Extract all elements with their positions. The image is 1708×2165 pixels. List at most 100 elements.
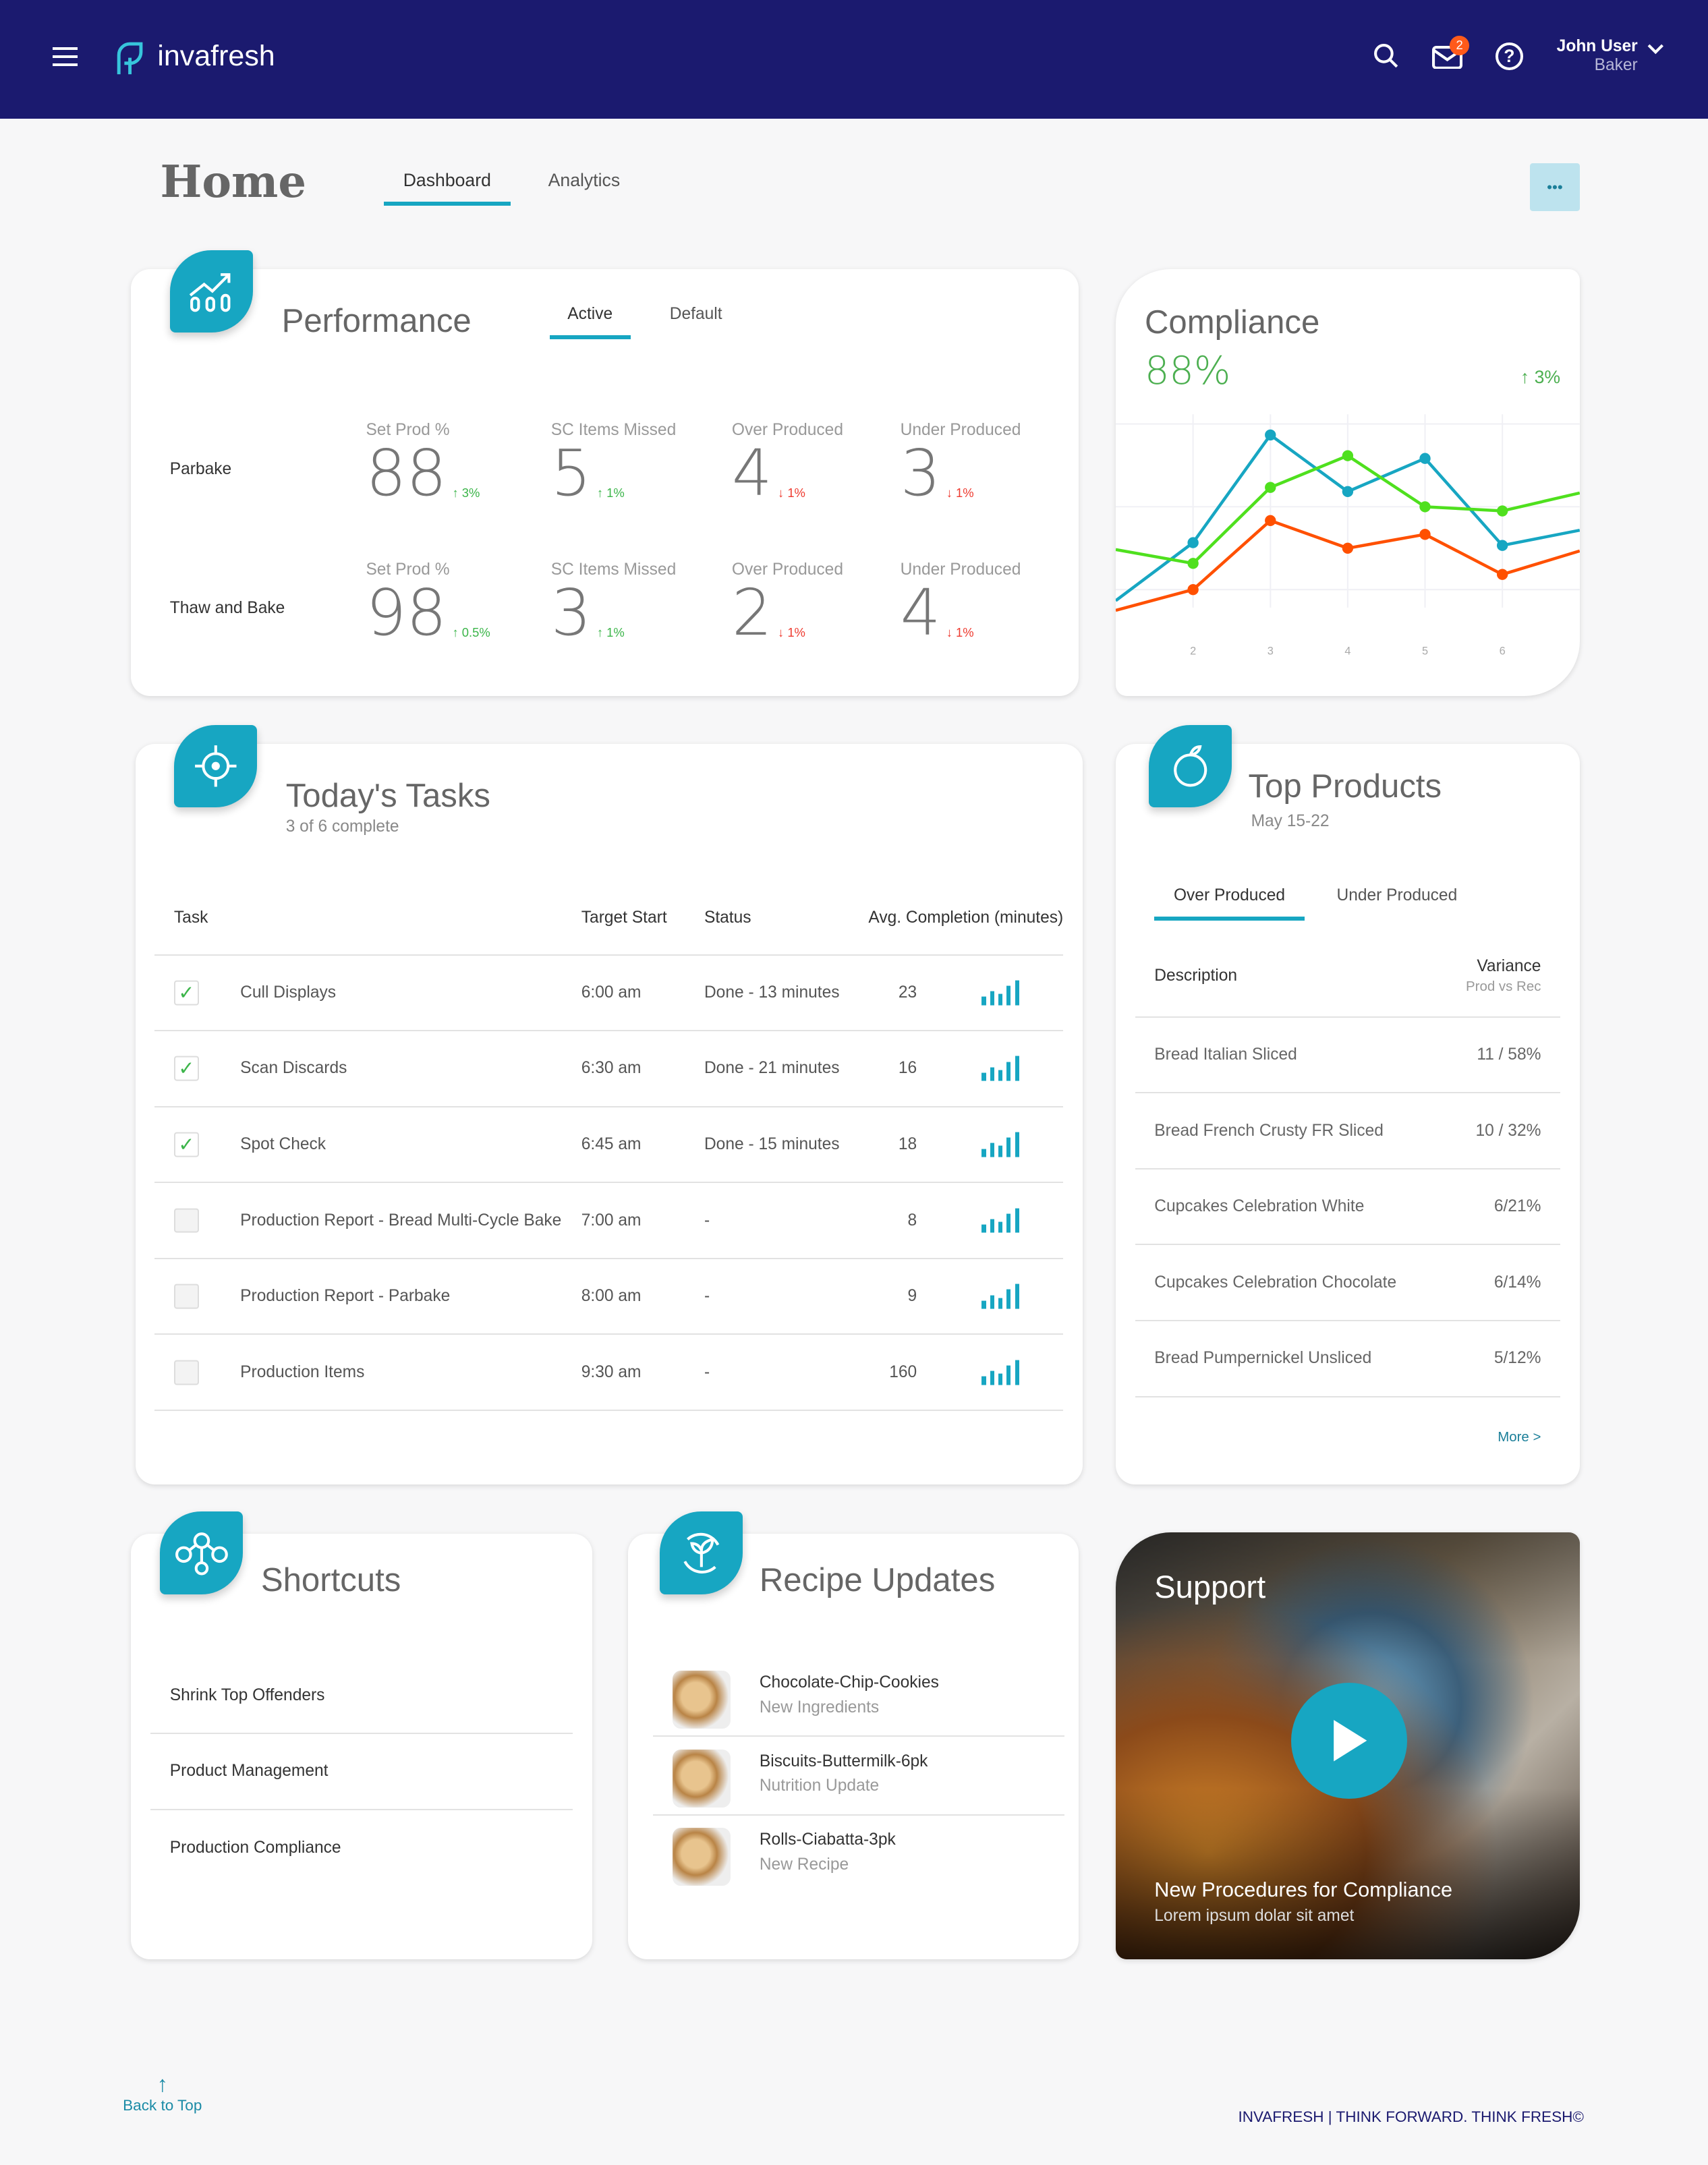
- x-tick-label: 4: [1344, 645, 1350, 657]
- metric: Under Produced 3 ↓ 1%: [901, 421, 1021, 506]
- metric-value: 4: [731, 437, 772, 511]
- top-products-card: Top Products May 15-22 Over Produced Und…: [1115, 724, 1580, 1484]
- recipe-note: New Recipe: [759, 1855, 849, 1874]
- chevron-down-icon[interactable]: [1647, 42, 1664, 56]
- product-row[interactable]: Cupcakes Celebration White 6/21%: [1135, 1170, 1561, 1246]
- recipe-thumbnail: [672, 1670, 731, 1729]
- metric-value: 3: [900, 437, 941, 511]
- product-row[interactable]: Bread Pumpernickel Unsliced 5/12%: [1135, 1321, 1561, 1397]
- tab-under-produced[interactable]: Under Produced: [1336, 886, 1457, 916]
- metric: Set Prod % 88 ↑ 3%: [366, 421, 480, 506]
- task-name[interactable]: Scan Discards: [240, 1059, 347, 1078]
- user-menu[interactable]: John User Baker: [1552, 37, 1638, 75]
- user-role: Baker: [1594, 56, 1638, 75]
- change-value: 1%: [787, 625, 805, 640]
- task-name[interactable]: Cull Displays: [240, 983, 336, 1002]
- recipe-item[interactable]: Chocolate-Chip-Cookies New Ingredients: [653, 1659, 1065, 1737]
- change-value: 1%: [606, 625, 625, 640]
- target-icon: [173, 724, 257, 808]
- metric-value-wrap: 88 ↑ 3%: [366, 442, 480, 506]
- shortcut-item[interactable]: Production Compliance: [150, 1810, 573, 1886]
- row-label: Thaw and Bake: [169, 599, 285, 618]
- metric-value: 88: [366, 437, 447, 511]
- product-name: Cupcakes Celebration White: [1154, 1197, 1365, 1216]
- task-checkbox[interactable]: [173, 1360, 199, 1385]
- play-button[interactable]: [1290, 1683, 1407, 1799]
- product-row[interactable]: Bread French Crusty FR Sliced 10 / 32%: [1135, 1093, 1561, 1170]
- tab-over-produced[interactable]: Over Produced: [1154, 886, 1305, 921]
- bar-chart-icon[interactable]: [981, 1132, 1019, 1157]
- product-row[interactable]: Bread Italian Sliced 11 / 58%: [1135, 1018, 1561, 1094]
- product-row[interactable]: Cupcakes Celebration Chocolate 6/14%: [1135, 1245, 1561, 1321]
- tab-analytics[interactable]: Analytics: [548, 170, 620, 202]
- task-name[interactable]: Spot Check: [240, 1135, 326, 1154]
- recipe-item[interactable]: Biscuits-Buttermilk-6pk Nutrition Update: [653, 1738, 1065, 1816]
- task-name[interactable]: Production Report - Bread Multi-Cycle Ba…: [240, 1211, 561, 1230]
- change-value: 1%: [787, 486, 805, 500]
- mail-button[interactable]: 2: [1431, 36, 1469, 75]
- shortcut-item[interactable]: Product Management: [150, 1734, 573, 1810]
- back-to-top-link[interactable]: ↑ Back to Top: [123, 2071, 202, 2114]
- task-name[interactable]: Production Items: [240, 1363, 364, 1382]
- shortcut-item[interactable]: Shrink Top Offenders: [150, 1658, 573, 1734]
- bar-chart-icon[interactable]: [981, 1056, 1019, 1081]
- metric-value: 5: [550, 437, 592, 511]
- change-value: 1%: [956, 486, 974, 500]
- menu-icon[interactable]: [52, 47, 78, 67]
- col-variance: Variance: [1477, 956, 1541, 975]
- bar-chart-icon[interactable]: [981, 1360, 1019, 1385]
- bar-chart-icon[interactable]: [981, 1208, 1019, 1233]
- table-row: Production Report - Bread Multi-Cycle Ba…: [154, 1183, 1064, 1259]
- recipe-item[interactable]: Rolls-Ciabatta-3pk New Recipe: [653, 1817, 1064, 1895]
- task-status: Done - 21 minutes: [704, 1059, 840, 1078]
- data-point: [1187, 583, 1199, 596]
- recycle-leaf-icon: [660, 1511, 743, 1595]
- product-name: Bread Pumpernickel Unsliced: [1154, 1349, 1372, 1368]
- support-video-card[interactable]: Support New Procedures for Compliance Lo…: [1115, 1532, 1580, 1959]
- product-variance: 5/12%: [1493, 1349, 1541, 1368]
- metric: Over Produced 2 ↓ 1%: [732, 560, 843, 645]
- more-link[interactable]: More >: [1498, 1429, 1541, 1445]
- logo-icon: [117, 42, 143, 75]
- metric-value: 3: [550, 577, 592, 651]
- task-checkbox[interactable]: [173, 1208, 199, 1233]
- search-icon[interactable]: [1373, 42, 1400, 70]
- bar-chart-icon[interactable]: [981, 1283, 1019, 1309]
- tab-active[interactable]: Active: [549, 305, 631, 339]
- task-checkbox[interactable]: [173, 1283, 199, 1309]
- compliance-change: ↑ 3%: [1520, 367, 1561, 388]
- back-to-top-label: Back to Top: [123, 2096, 202, 2114]
- data-point: [1265, 429, 1276, 440]
- task-start: 6:00 am: [581, 983, 642, 1002]
- task-checkbox[interactable]: ✓: [173, 1132, 199, 1157]
- change-value: 1%: [606, 486, 625, 500]
- task-name[interactable]: Production Report - Parbake: [240, 1287, 450, 1306]
- arrow-up-icon: ↑: [156, 2071, 168, 2096]
- change-value: 3%: [1534, 367, 1561, 388]
- data-point: [1496, 569, 1508, 580]
- tab-dashboard[interactable]: Dashboard: [384, 170, 511, 206]
- col-description: Description: [1154, 966, 1238, 985]
- card-subtitle: 3 of 6 complete: [285, 817, 399, 836]
- tab-default[interactable]: Default: [670, 305, 722, 335]
- data-point: [1496, 505, 1508, 517]
- more-button[interactable]: •••: [1530, 163, 1580, 212]
- bar-chart-icon[interactable]: [981, 980, 1019, 1006]
- task-start: 8:00 am: [581, 1287, 642, 1306]
- brand-name[interactable]: invafresh: [157, 40, 275, 73]
- chart-growth-icon: [169, 250, 253, 333]
- recipe-name: Biscuits-Buttermilk-6pk: [759, 1752, 928, 1770]
- task-checkbox[interactable]: ✓: [173, 1056, 199, 1081]
- help-icon[interactable]: ?: [1495, 42, 1523, 71]
- product-variance: 6/14%: [1493, 1273, 1541, 1292]
- metric: SC Items Missed 3 ↑ 1%: [551, 560, 677, 645]
- task-start: 9:30 am: [581, 1362, 642, 1381]
- task-avg: 8: [907, 1211, 917, 1230]
- metric: SC Items Missed 5 ↑ 1%: [551, 421, 677, 506]
- user-name: John User: [1556, 37, 1638, 56]
- card-title: Top Products: [1248, 768, 1442, 805]
- task-checkbox[interactable]: ✓: [173, 980, 199, 1006]
- products-header: Description Variance Prod vs Rec: [1135, 937, 1561, 1018]
- metric-value-wrap: 4 ↓ 1%: [732, 442, 843, 506]
- task-start: 7:00 am: [581, 1211, 642, 1230]
